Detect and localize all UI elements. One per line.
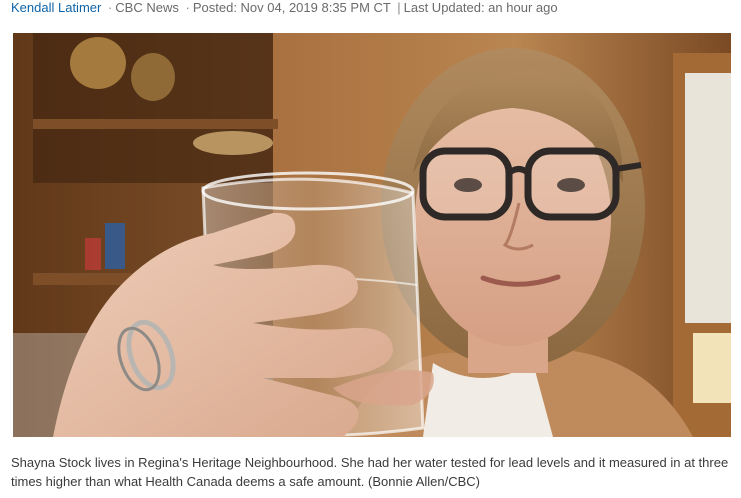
byline-divider: | <box>397 0 401 15</box>
byline-posted-date: Posted: Nov 04, 2019 8:35 PM CT <box>192 0 391 15</box>
byline-bullet-2: · <box>185 0 190 15</box>
byline-updated: Last Updated: an hour ago <box>403 0 558 15</box>
article-byline: Kendall Latimer · CBC News · Posted: Nov 0… <box>11 0 558 16</box>
author-link[interactable]: Kendall Latimer <box>11 0 101 15</box>
photo-illustration <box>13 33 731 437</box>
byline-bullet: · <box>107 0 113 15</box>
byline-outlet: CBC News <box>115 0 179 15</box>
photo-caption: Shayna Stock lives in Regina's Heritage … <box>11 455 729 489</box>
article-photo[interactable] <box>13 33 731 437</box>
